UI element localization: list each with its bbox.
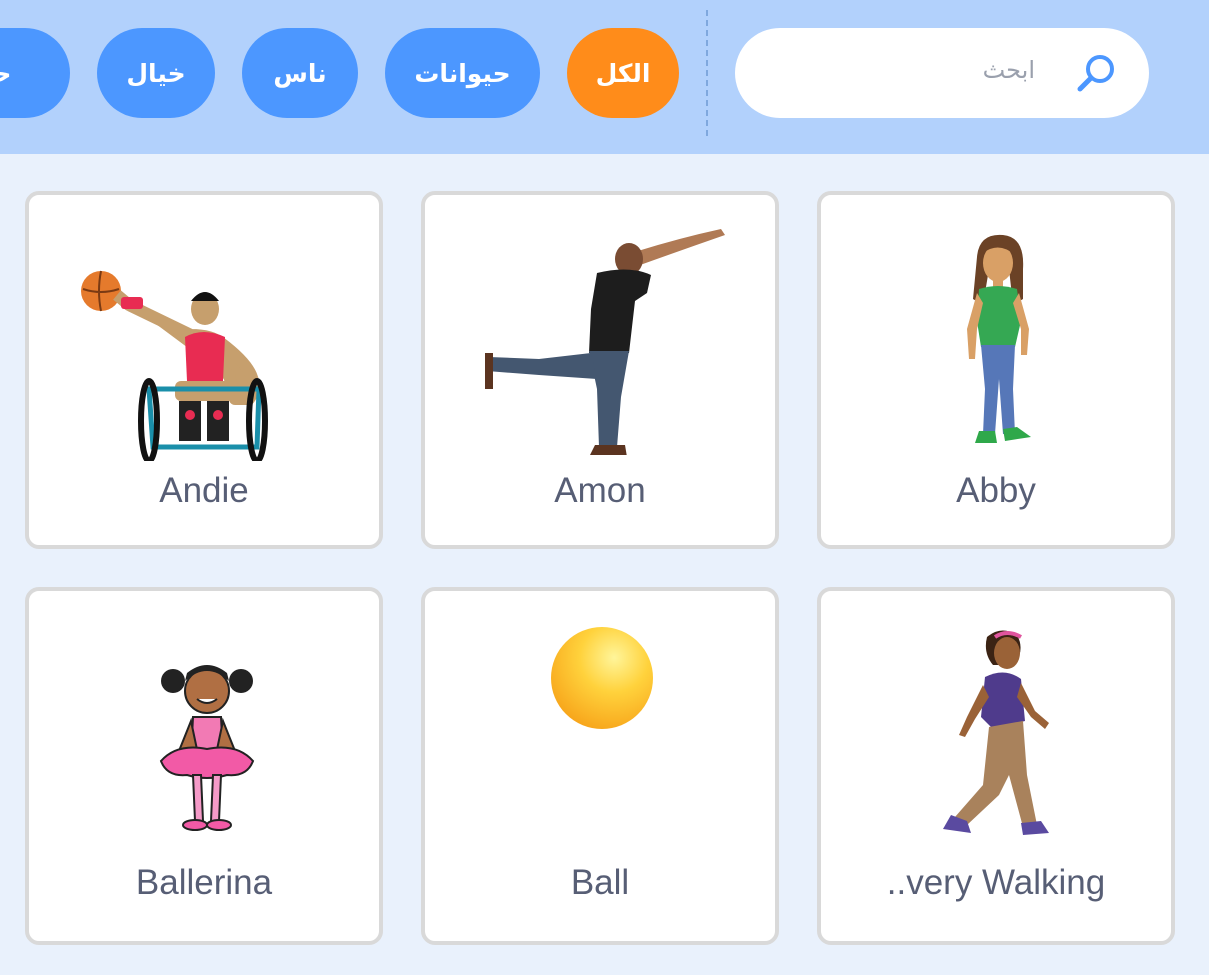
sprite-name: Andie: [159, 471, 249, 510]
sprite-tile-amon[interactable]: Amon: [421, 191, 779, 549]
sprite-name: Amon: [554, 471, 646, 510]
wheelchair-basketball-sprite: [81, 270, 268, 461]
tag-animals[interactable]: حيوانات: [385, 28, 540, 118]
woman-walking-sprite: [943, 630, 1049, 835]
girl-green-shirt-sprite: [967, 234, 1031, 443]
tag-people[interactable]: ناس: [242, 28, 358, 118]
search-input[interactable]: [760, 43, 1035, 97]
search-icon[interactable]: [1075, 52, 1117, 94]
sprite-tile-andie[interactable]: Andie: [25, 191, 383, 549]
sprite-name: Ballerina: [135, 863, 273, 902]
yellow-ball-sprite: [551, 627, 653, 729]
tag-fantasy[interactable]: خيال: [97, 28, 215, 118]
man-balancing-sprite: [485, 229, 725, 455]
ballerina-sprite: [159, 665, 255, 831]
sprite-name: ..very Walking: [886, 863, 1106, 902]
tag-all[interactable]: الكل: [567, 28, 679, 118]
filter-divider: [706, 10, 708, 136]
sprite-name: Abby: [956, 471, 1036, 510]
sprite-tile-ball[interactable]: Ball: [421, 587, 779, 945]
sprite-name: Ball: [570, 863, 630, 902]
sprite-tile-abby[interactable]: Abby: [817, 191, 1175, 549]
sprite-tile-avery-walking[interactable]: ..very Walking: [817, 587, 1175, 945]
sprite-tile-ballerina[interactable]: Ballerina: [25, 587, 383, 945]
